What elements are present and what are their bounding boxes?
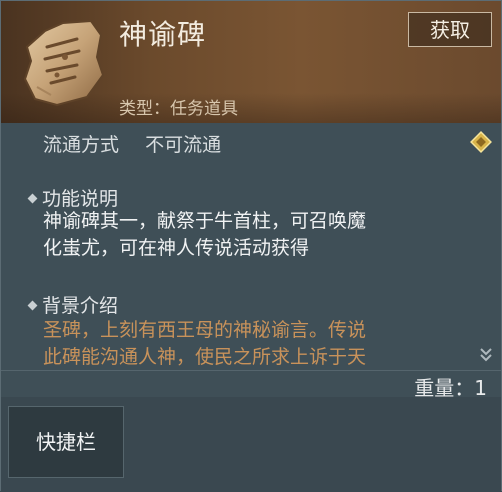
circulation-row: 流通方式 不可流通 [43,130,221,157]
item-tooltip-panel: 神谕碑 获取 类型：任务道具 流通方式 不可流通 功能说明 神谕碑其一，献祭于牛… [0,0,502,492]
description-line: 神谕碑其一，献祭于牛首柱，可召唤魔 [43,210,367,232]
lore-line: 此碑能沟通人神，使民之所求上诉于天 [43,346,367,368]
hotbar-button[interactable]: 快捷栏 [8,406,124,478]
acquire-button[interactable]: 获取 [408,12,492,47]
circulation-value: 不可流通 [145,134,222,156]
background-heading-text: 背景介绍 [42,295,119,317]
function-section-heading: 功能说明 [27,184,118,211]
lore-line: 圣碑，上刻有西王母的神秘谕言。传说 [43,319,367,341]
function-heading-text: 功能说明 [42,188,119,210]
scroll-down-icon[interactable] [479,346,493,362]
item-type-label: 类型：任务道具 [119,99,238,119]
background-section-heading: 背景介绍 [27,291,118,318]
circulation-label: 流通方式 [43,134,120,156]
divider [1,370,501,371]
bullet-icon [27,300,38,310]
background-lore-text: 圣碑，上刻有西王母的神秘谕言。传说 此碑能沟通人神，使民之所求上诉于天 [43,317,463,369]
function-description: 神谕碑其一，献祭于牛首柱，可召唤魔 化蚩尤，可在神人传说活动获得 [43,208,366,262]
description-line: 化蚩尤，可在神人传说活动获得 [43,237,310,259]
item-title: 神谕碑 [119,18,207,51]
bullet-icon [27,193,38,203]
stone-tablet-icon [23,19,105,107]
diamond-info-icon[interactable] [470,131,492,153]
